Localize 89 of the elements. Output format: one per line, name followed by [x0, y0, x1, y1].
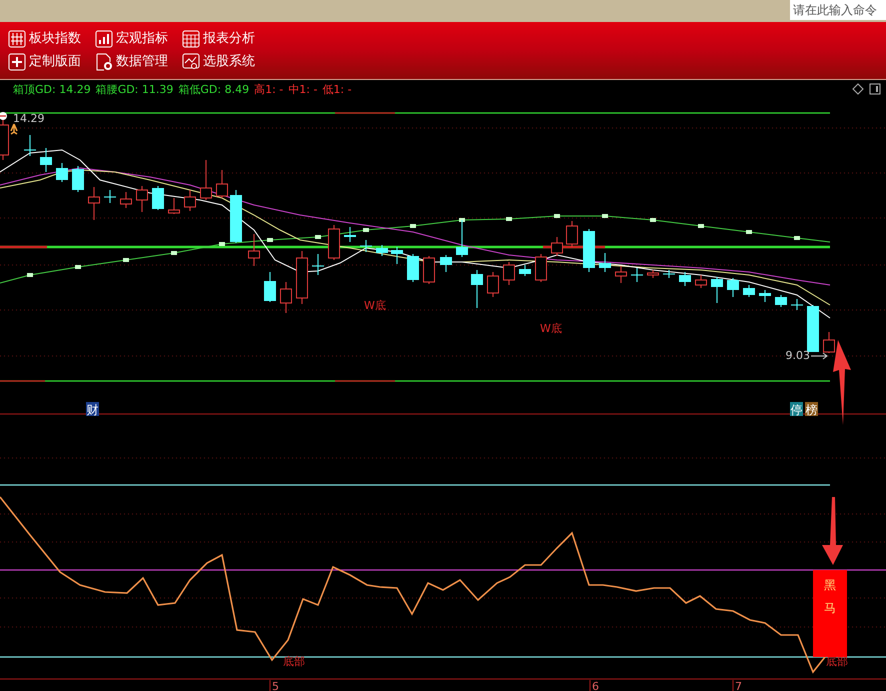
legend-label: 箱顶GD: 14.29: [13, 83, 91, 96]
candlestick: [727, 278, 739, 298]
axis-label: 5: [272, 680, 279, 691]
legend-label: 箱腰GD: 11.39: [96, 83, 174, 96]
candlestick: [184, 190, 196, 212]
candlestick: [695, 274, 707, 288]
legend-label: 低1: -: [322, 83, 352, 96]
candlestick: [630, 268, 644, 282]
candlestick: [423, 256, 435, 284]
candlestick: [679, 272, 691, 286]
candlestick: [775, 294, 787, 308]
candlestick: [487, 272, 499, 298]
panel-toggle-icon[interactable]: [870, 84, 880, 94]
candlestick: [312, 254, 324, 276]
candlestick: [503, 262, 515, 286]
legend-label: 中1: -: [288, 83, 318, 96]
legend-label: 箱低GD: 8.49: [178, 83, 250, 96]
candlestick: [296, 250, 308, 304]
candlestick: [790, 298, 804, 310]
candlestick: [551, 236, 563, 256]
command-field[interactable]: 请在此输入命令: [790, 0, 886, 20]
down-arrow: [822, 497, 843, 565]
candlestick: [823, 332, 835, 354]
signal-tag: 停: [790, 402, 803, 417]
candlestick: [344, 226, 356, 242]
candlestick: [280, 282, 292, 314]
candlestick: [599, 252, 611, 272]
candlestick: [376, 244, 388, 256]
candlestick: [88, 186, 100, 220]
candlestick: [120, 192, 132, 208]
candlestick: [152, 186, 164, 210]
candlestick: [328, 224, 340, 260]
candlestick: [743, 284, 755, 298]
candlestick: [264, 272, 276, 302]
candlestick: [759, 290, 771, 302]
bar-chart-icon: [95, 30, 113, 48]
toolbar-button[interactable]: 宏观指标: [95, 28, 182, 50]
diamond-icon[interactable]: [852, 83, 864, 95]
candlestick: [24, 134, 36, 156]
grid-icon: [8, 30, 26, 48]
candlestick: [566, 220, 578, 248]
candlestick: [360, 240, 372, 252]
chart-search-icon: [182, 53, 200, 71]
candlestick: [56, 162, 68, 182]
candlestick: [136, 186, 148, 212]
price-label: 14.29: [13, 112, 44, 125]
candlestick: [168, 198, 180, 214]
candlestick: [711, 276, 723, 304]
legend-label: 高1: -: [254, 83, 284, 96]
signal-tag: 榜: [805, 402, 818, 417]
candlestick: [456, 220, 468, 258]
pattern-label: W底: [364, 299, 386, 312]
candlestick: [72, 166, 84, 192]
candlestick: [440, 254, 452, 272]
toolbar-button[interactable]: 板块指数: [8, 28, 95, 50]
gear-document-icon: [95, 53, 113, 71]
axis-label: 7: [735, 680, 742, 691]
candlestick: [216, 170, 228, 198]
axis-label: 6: [592, 680, 599, 691]
pattern-label: W底: [540, 322, 562, 335]
plus-icon: [8, 53, 26, 71]
toolbar-button[interactable]: 选股系统: [182, 51, 269, 73]
candlestick: [407, 254, 419, 282]
toolbar-button[interactable]: 报表分析: [182, 28, 269, 50]
candlestick: [0, 118, 9, 160]
bottom-label: 底部: [826, 655, 848, 668]
signal-box: 黑马: [813, 570, 847, 657]
price-label: 9.03: [786, 349, 810, 362]
candlestick: [230, 190, 242, 244]
candlestick: [615, 266, 627, 284]
candlestick: [662, 270, 676, 278]
candlestick: [200, 160, 212, 200]
candlestick: [40, 148, 52, 172]
candlestick: [807, 304, 819, 352]
toolbar-button[interactable]: 数据管理: [95, 51, 182, 73]
toolbar-button[interactable]: 定制版面: [8, 51, 95, 73]
candlestick: [535, 254, 547, 282]
table-icon: [182, 30, 200, 48]
candlestick: [104, 190, 116, 204]
figure-icon: [10, 123, 18, 135]
arrow-icon: [810, 352, 828, 360]
candlestick: [647, 270, 659, 278]
bottom-label: 底部: [283, 655, 305, 668]
candlestick: [248, 234, 260, 266]
candlestick: [519, 264, 531, 276]
candlestick: [391, 246, 403, 264]
candlestick: [471, 270, 483, 308]
candlestick: [583, 228, 595, 272]
signal-tag: 财: [86, 402, 99, 417]
